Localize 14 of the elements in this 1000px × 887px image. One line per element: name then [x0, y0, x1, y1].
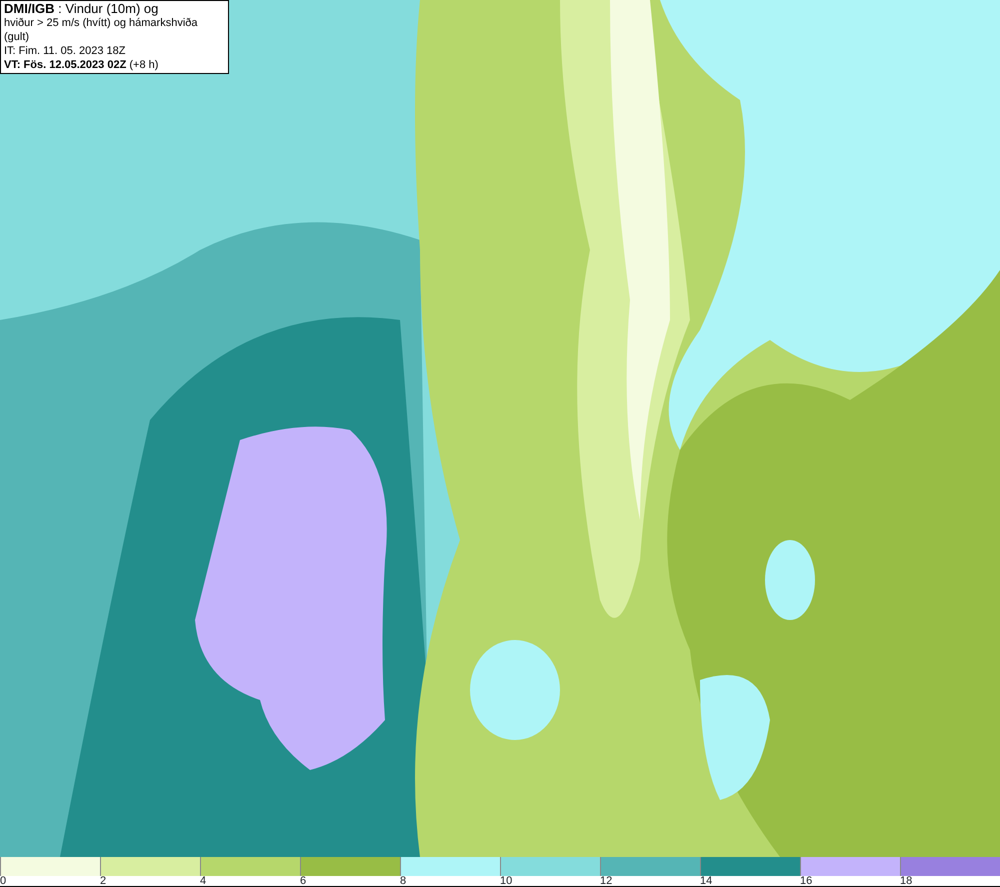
legend-label: 18 [900, 875, 912, 887]
legend-label: 16 [800, 875, 812, 887]
legend-label: 14 [700, 875, 712, 887]
title-line: IT: Fim. 11. 05. 2023 18Z [4, 44, 126, 58]
legend-label: 2 [100, 875, 106, 887]
legend-label: 0 [0, 875, 6, 887]
title-line: DMI/IGB : Vindur (10m) og [4, 2, 160, 16]
title-line: VT: Fös. 12.05.2023 02Z (+8 h) [4, 58, 160, 72]
legend-label: 4 [200, 875, 206, 887]
legend-label: 10 [500, 875, 512, 887]
legend-label: 6 [300, 875, 306, 887]
legend-label: 8 [400, 875, 406, 887]
legend-label: 12 [600, 875, 612, 887]
title-line: hviður > 25 m/s (hvítt) og hámarkshviða (gult) [4, 16, 198, 44]
